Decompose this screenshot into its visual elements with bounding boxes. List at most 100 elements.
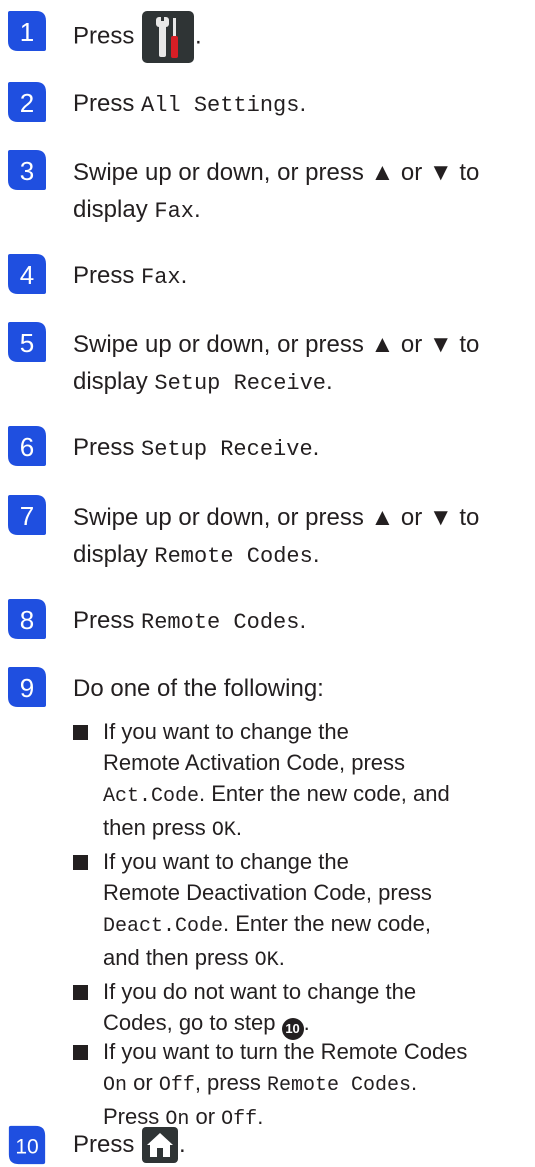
menu-label-remote-codes: Remote Codes <box>154 544 313 569</box>
step-text: Do one of the following: <box>73 670 523 707</box>
menu-label-remote-codes: Remote Codes <box>266 1074 411 1097</box>
bullet-text: . <box>411 1070 418 1095</box>
bullet-item: If you do not want to change the Codes, … <box>73 976 535 1040</box>
step-text-pre: Press <box>73 434 142 461</box>
step-text: Press Fax. <box>73 257 523 296</box>
menu-label-act-code: Act.Code <box>103 785 200 808</box>
step-text: Press Setup Receive. <box>73 429 523 468</box>
bullet-text: . Enter the new code, and <box>199 781 450 806</box>
bullet-square-icon <box>73 855 88 870</box>
step-text-pre: Press <box>73 22 135 50</box>
svg-text:4: 4 <box>20 260 34 290</box>
bullet-line: Remote Deactivation Code, press <box>103 880 432 905</box>
menu-label-fax: Fax <box>154 199 194 224</box>
step-text: Swipe up or down, or press ▲ or ▼ to dis… <box>73 499 523 575</box>
bullet-item: If you want to change the Remote Deactiv… <box>73 846 535 976</box>
bullet-line: If you do not want to change the <box>103 979 417 1004</box>
bullet-text: Codes, go to step <box>103 1010 282 1035</box>
bullet-line: Remote Activation Code, press <box>103 750 406 775</box>
bullet-text: and then press <box>103 945 255 970</box>
bullet-line: Act.Code. Enter the new code, and <box>103 778 535 812</box>
menu-label-off: Off <box>158 1074 195 1097</box>
step-text-pre: display <box>73 541 155 568</box>
svg-text:8: 8 <box>20 605 34 635</box>
svg-text:3: 3 <box>20 156 34 186</box>
step-text-post: . <box>326 368 333 395</box>
step-text-pre: display <box>73 196 155 223</box>
step-text-post: . <box>179 1131 186 1158</box>
step-text: Press . <box>73 10 523 64</box>
step-number-badge: 5 <box>6 320 48 364</box>
menu-label-ok: OK <box>211 819 236 842</box>
svg-text:2: 2 <box>20 88 34 118</box>
step-text-line: Do one of the following: <box>73 675 324 702</box>
step-text-post: . <box>195 22 202 50</box>
menu-label-all-settings: All Settings <box>141 93 300 118</box>
bullet-square-icon <box>73 725 88 740</box>
svg-text:6: 6 <box>20 432 34 462</box>
step-number-badge: 1 <box>6 9 48 53</box>
step-text-pre: Press <box>73 1131 135 1158</box>
step-text: Press Remote Codes. <box>73 602 523 641</box>
step-text-post: . <box>180 262 188 289</box>
step-number-badge: 9 <box>6 665 48 709</box>
svg-text:5: 5 <box>20 328 34 358</box>
step-text-pre: Press <box>73 262 142 289</box>
step-number-badge: 3 <box>6 148 48 192</box>
step-text: Swipe up or down, or press ▲ or ▼ to dis… <box>73 326 523 402</box>
step-number-badge: 10 <box>6 1124 48 1167</box>
svg-text:9: 9 <box>20 673 34 703</box>
bullet-text: . <box>235 815 242 840</box>
step-line: display Setup Receive. <box>73 363 523 402</box>
step-number-badge: 7 <box>6 493 48 537</box>
step-text: Press All Settings. <box>73 85 523 124</box>
step-text-post: . <box>193 196 201 223</box>
step-text-post: . <box>299 90 307 117</box>
step-text-pre: display <box>73 368 155 395</box>
menu-label-ok: OK <box>254 949 279 972</box>
menu-label-deact-code: Deact.Code <box>103 915 224 938</box>
step-text-post: . <box>299 607 307 634</box>
menu-label-setup-receive: Setup Receive <box>154 371 327 396</box>
bullet-text: or <box>127 1070 159 1095</box>
bullet-line: and then press OK. <box>103 942 535 976</box>
bullet-text: . <box>278 945 285 970</box>
bullet-text: . <box>303 1010 310 1035</box>
step-line: Swipe up or down, or press ▲ or ▼ to <box>73 159 480 186</box>
bullet-text: , press <box>194 1070 267 1095</box>
bullet-text: then press <box>103 815 212 840</box>
svg-text:10: 10 <box>15 1136 38 1159</box>
step-text-post: . <box>312 434 320 461</box>
step-number-badge: 6 <box>6 424 48 468</box>
bullet-line: If you want to change the <box>103 719 349 744</box>
menu-label-fax: Fax <box>141 265 181 290</box>
bullet-line: If you want to turn the Remote Codes <box>103 1039 468 1064</box>
step-line: display Fax. <box>73 191 523 230</box>
step-number-badge: 4 <box>6 252 48 296</box>
bullet-item: If you want to turn the Remote Codes <box>73 1036 535 1067</box>
menu-label-setup-receive: Setup Receive <box>141 437 313 462</box>
bullet-line: If you want to change the <box>103 849 349 874</box>
bullet-line: Deact.Code. Enter the new code, <box>103 908 535 942</box>
step-10: 10 Press . <box>0 1124 535 1167</box>
bullet-item: If you want to change the Remote Activat… <box>73 716 535 846</box>
step-number-badge: 8 <box>6 597 48 641</box>
bullet-square-icon <box>73 985 88 1000</box>
step-line: Swipe up or down, or press ▲ or ▼ to <box>73 504 480 531</box>
step-text: Swipe up or down, or press ▲ or ▼ to dis… <box>73 154 523 230</box>
menu-label-on: On <box>103 1074 128 1097</box>
bullet-text: . Enter the new code, <box>223 911 431 936</box>
step-line: display Remote Codes. <box>73 536 523 575</box>
bullet-line: On or Off, press Remote Codes. <box>103 1067 535 1101</box>
settings-icon[interactable] <box>141 10 195 64</box>
bullet-square-icon <box>73 1045 88 1060</box>
step-text-pre: Press <box>73 90 142 117</box>
step-line: Swipe up or down, or press ▲ or ▼ to <box>73 331 480 358</box>
step-number-badge: 2 <box>6 80 48 124</box>
svg-text:1: 1 <box>20 17 34 47</box>
menu-label-remote-codes: Remote Codes <box>141 610 300 635</box>
step-text: Press . <box>73 1126 523 1165</box>
home-icon[interactable] <box>141 1126 179 1165</box>
bullet-line: then press OK. <box>103 812 535 846</box>
svg-text:7: 7 <box>20 501 34 531</box>
